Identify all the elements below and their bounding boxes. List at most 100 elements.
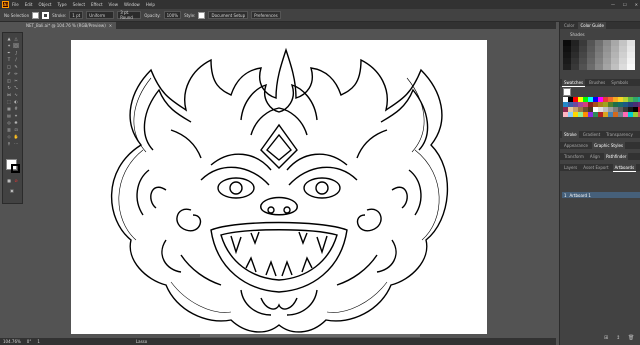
edit-toolbar-icon[interactable]: ⋯ [13, 141, 19, 146]
swatch[interactable] [623, 107, 628, 112]
tab-align[interactable]: Align [588, 153, 602, 160]
column-graph-tool-icon[interactable]: ▥ [6, 127, 12, 132]
brush-definition[interactable]: 3 pt. Round [117, 10, 142, 20]
swatch[interactable] [573, 102, 578, 107]
swatch[interactable] [603, 97, 608, 102]
swatch[interactable] [613, 97, 618, 102]
swatch[interactable] [588, 97, 593, 102]
line-tool-icon[interactable]: / [13, 57, 19, 62]
swatch[interactable] [598, 97, 603, 102]
tab-transparency[interactable]: Transparency [604, 131, 635, 138]
opacity-field[interactable]: 100% [163, 11, 182, 19]
menu-view[interactable]: View [109, 2, 119, 7]
pen-tool-icon[interactable]: ✒ [6, 50, 12, 55]
swatch[interactable] [578, 97, 583, 102]
swatch[interactable] [618, 102, 623, 107]
swatch[interactable] [628, 97, 633, 102]
menu-object[interactable]: Object [38, 2, 51, 7]
artboard[interactable] [71, 40, 487, 334]
swatches-grid[interactable] [563, 97, 640, 117]
swatch[interactable] [618, 97, 623, 102]
swatch[interactable] [578, 102, 583, 107]
shades-grid[interactable] [563, 40, 635, 70]
preferences-button[interactable]: Preferences [251, 11, 281, 19]
swatch[interactable] [598, 107, 603, 112]
swatch[interactable] [633, 107, 638, 112]
swatch[interactable] [593, 97, 598, 102]
swatch[interactable] [563, 97, 568, 102]
delete-icon[interactable]: 🗑 [628, 335, 634, 341]
shape-builder-tool-icon[interactable]: ◐ [13, 99, 19, 104]
menu-help[interactable]: Help [146, 2, 155, 7]
menu-type[interactable]: Type [57, 2, 66, 7]
magic-wand-tool-icon[interactable]: ✦ [6, 43, 12, 48]
gradient-tool-icon[interactable]: ▤ [6, 113, 12, 118]
stroke-weight-field[interactable]: 1 pt [69, 11, 84, 19]
swatch[interactable] [623, 97, 628, 102]
swatch[interactable] [593, 107, 598, 112]
eyedropper-tool-icon[interactable]: ⌖ [13, 113, 19, 118]
active-swatch[interactable] [563, 88, 571, 96]
warp-tool-icon[interactable]: ∿ [13, 92, 19, 97]
tab-color[interactable]: Color [562, 22, 576, 29]
blend-tool-icon[interactable]: ◎ [6, 120, 12, 125]
new-artboard-icon[interactable]: ⊞ [604, 335, 608, 341]
swatch[interactable] [563, 102, 568, 107]
swatch[interactable] [583, 107, 588, 112]
width-tool-icon[interactable]: ⋈ [6, 92, 12, 97]
tab-stroke[interactable]: Stroke [562, 131, 579, 138]
swatch[interactable] [578, 107, 583, 112]
tab-asset-export[interactable]: Asset Export [581, 164, 610, 171]
variable-width-profile[interactable]: Uniform [86, 11, 115, 19]
arrange-icon[interactable]: ↕ [616, 335, 620, 341]
menu-effect[interactable]: Effect [91, 2, 103, 7]
swatch[interactable] [603, 112, 608, 117]
scissors-tool-icon[interactable]: ✂ [13, 78, 19, 83]
swatch[interactable] [583, 112, 588, 117]
menu-window[interactable]: Window [124, 2, 140, 7]
swatch[interactable] [598, 112, 603, 117]
swatch[interactable] [573, 112, 578, 117]
swatch[interactable] [623, 102, 628, 107]
swatch[interactable] [578, 112, 583, 117]
swatch[interactable] [573, 107, 578, 112]
swatch[interactable] [588, 107, 593, 112]
menu-edit[interactable]: Edit [25, 2, 33, 7]
swatch[interactable] [628, 102, 633, 107]
document-tab[interactable]: NET_Bali.ai* @ 104.76 % (RGB/Preview) × [22, 22, 117, 29]
swatch[interactable] [588, 112, 593, 117]
minimize-button[interactable]: — [611, 2, 615, 7]
swatch[interactable] [633, 97, 638, 102]
swatch[interactable] [573, 97, 578, 102]
rotate-tool-icon[interactable]: ↻ [6, 85, 12, 90]
swatch[interactable] [633, 102, 638, 107]
swatch[interactable] [568, 97, 573, 102]
eraser-tool-icon[interactable]: ◫ [6, 78, 12, 83]
artboard-row[interactable]: 1 Artboard 1 [562, 192, 640, 198]
swatch[interactable] [608, 107, 613, 112]
swatch[interactable] [603, 107, 608, 112]
lasso-tool-icon[interactable]: ◌ [13, 43, 19, 48]
swatch[interactable] [618, 107, 623, 112]
swatch[interactable] [628, 112, 633, 117]
menu-select[interactable]: Select [73, 2, 85, 7]
document-setup-button[interactable]: Document Setup [208, 11, 249, 19]
curvature-tool-icon[interactable]: ∫ [13, 50, 19, 55]
slice-tool-icon[interactable]: ◇ [6, 134, 12, 139]
tab-graphic-styles[interactable]: Graphic Styles [592, 142, 626, 149]
color-mode-icon[interactable]: ■ [6, 178, 12, 183]
type-tool-icon[interactable]: T [6, 57, 12, 62]
fill-swatch[interactable] [32, 11, 40, 19]
graphic-style-swatch[interactable] [198, 11, 206, 19]
swatch[interactable] [583, 102, 588, 107]
pencil-tool-icon[interactable]: ✏ [13, 71, 19, 76]
swatch[interactable] [563, 112, 568, 117]
swatch[interactable] [603, 102, 608, 107]
paintbrush-tool-icon[interactable]: ✎ [13, 64, 19, 69]
swatch[interactable] [633, 112, 638, 117]
close-tab-icon[interactable]: × [109, 23, 112, 28]
screen-mode-icon[interactable]: ▣ [9, 188, 15, 193]
swatch[interactable] [608, 102, 613, 107]
tab-pathfinder[interactable]: Pathfinder [603, 153, 629, 160]
zoom-tool-icon[interactable]: ⚲ [6, 141, 12, 146]
